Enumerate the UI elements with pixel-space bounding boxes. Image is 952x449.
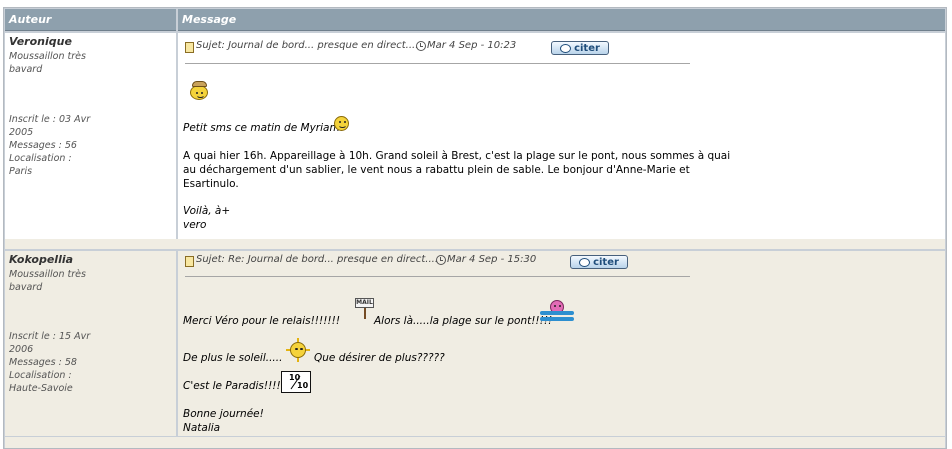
post-clock-icon [436, 255, 446, 265]
quote-button[interactable]: citer [551, 41, 609, 55]
forum-topic-table: Auteur Message Veronique Moussaillon trè… [3, 7, 947, 449]
post-separator [5, 437, 945, 448]
author-joined-year: 2005 [9, 127, 34, 138]
quote-bubble-icon [579, 257, 591, 267]
quote-button-label: citer [574, 42, 600, 54]
post-message-cell: Sujet: Re: Journal de bord... presque en… [178, 251, 945, 436]
post-text-line: Esartinulo. [183, 178, 239, 190]
post-text-line: Alors là.....la plage sur le pont!!!!! [374, 315, 553, 327]
post-text-line: Petit sms ce matin de Myriam [183, 122, 340, 134]
post-message-cell: Sujet: Journal de bord... presque en dir… [178, 33, 945, 239]
post-header-divider [185, 63, 690, 64]
author-location-label: Localisation : [9, 370, 72, 381]
smile-icon [334, 116, 349, 131]
author-column-header: Auteur [5, 9, 176, 31]
post-text-line: Que désirer de plus????? [314, 352, 445, 364]
author-joined-label: Inscrit le : 15 Avr [9, 331, 91, 342]
quote-button-label: citer [593, 256, 619, 268]
author-name-link[interactable]: Kokopellia [9, 253, 172, 266]
post-subject: Sujet: Journal de bord... presque en dir… [196, 40, 419, 51]
post-text-line: A quai hier 16h. Appareillage à 10h. Gra… [183, 150, 731, 162]
author-joined-label: Inscrit le : 03 Avr [9, 114, 91, 125]
post-text-line: vero [183, 219, 207, 231]
post-document-icon [185, 42, 194, 53]
message-column-header: Message [178, 9, 945, 31]
post-date: Mar 4 Sep - 15:30 [447, 254, 537, 265]
author-location-value: Paris [9, 166, 33, 177]
author-rank-line: Moussaillon très [9, 51, 86, 62]
swimming-smiley-icon [540, 298, 574, 322]
author-name-link[interactable]: Veronique [9, 35, 172, 48]
post-text-line: C'est le Paradis!!!!! [183, 380, 285, 392]
author-location-label: Localisation : [9, 153, 72, 164]
post-text-line: au déchargement d'un sablier, le vent no… [183, 164, 690, 176]
post-text-line: Bonne journée! [183, 408, 264, 420]
post-text-line: Voilà, à+ [183, 205, 231, 217]
author-message-count: Messages : 58 [9, 357, 77, 368]
post-separator [5, 239, 945, 249]
post-author-cell: Kokopellia Moussaillon très bavard Inscr… [5, 251, 176, 436]
cowboy-smiley-icon [190, 81, 208, 100]
post-document-icon [185, 256, 194, 267]
post-author-cell: Veronique Moussaillon très bavard Inscri… [5, 33, 176, 239]
author-joined-year: 2006 [9, 344, 34, 355]
author-rank-line: bavard [9, 282, 43, 293]
post-clock-icon [416, 41, 426, 51]
post-subject: Sujet: Re: Journal de bord... presque en… [196, 254, 439, 265]
post-text-line: Merci Véro pour le relais!!!!!!! [183, 315, 341, 327]
author-rank-line: bavard [9, 64, 43, 75]
post-text-line: De plus le soleil..... [183, 352, 283, 364]
ten-out-of-ten-icon: 10 10 [281, 371, 311, 393]
post-header-divider [185, 276, 690, 277]
author-rank-line: Moussaillon très [9, 269, 86, 280]
post-text-line: Natalia [183, 422, 221, 434]
author-location-value: Haute-Savoie [9, 383, 73, 394]
mail-sign-board: MAIL [355, 298, 374, 308]
quote-button[interactable]: citer [570, 255, 628, 269]
quote-bubble-icon [560, 43, 572, 53]
author-message-count: Messages : 56 [9, 140, 77, 151]
post-date: Mar 4 Sep - 10:23 [427, 40, 517, 51]
